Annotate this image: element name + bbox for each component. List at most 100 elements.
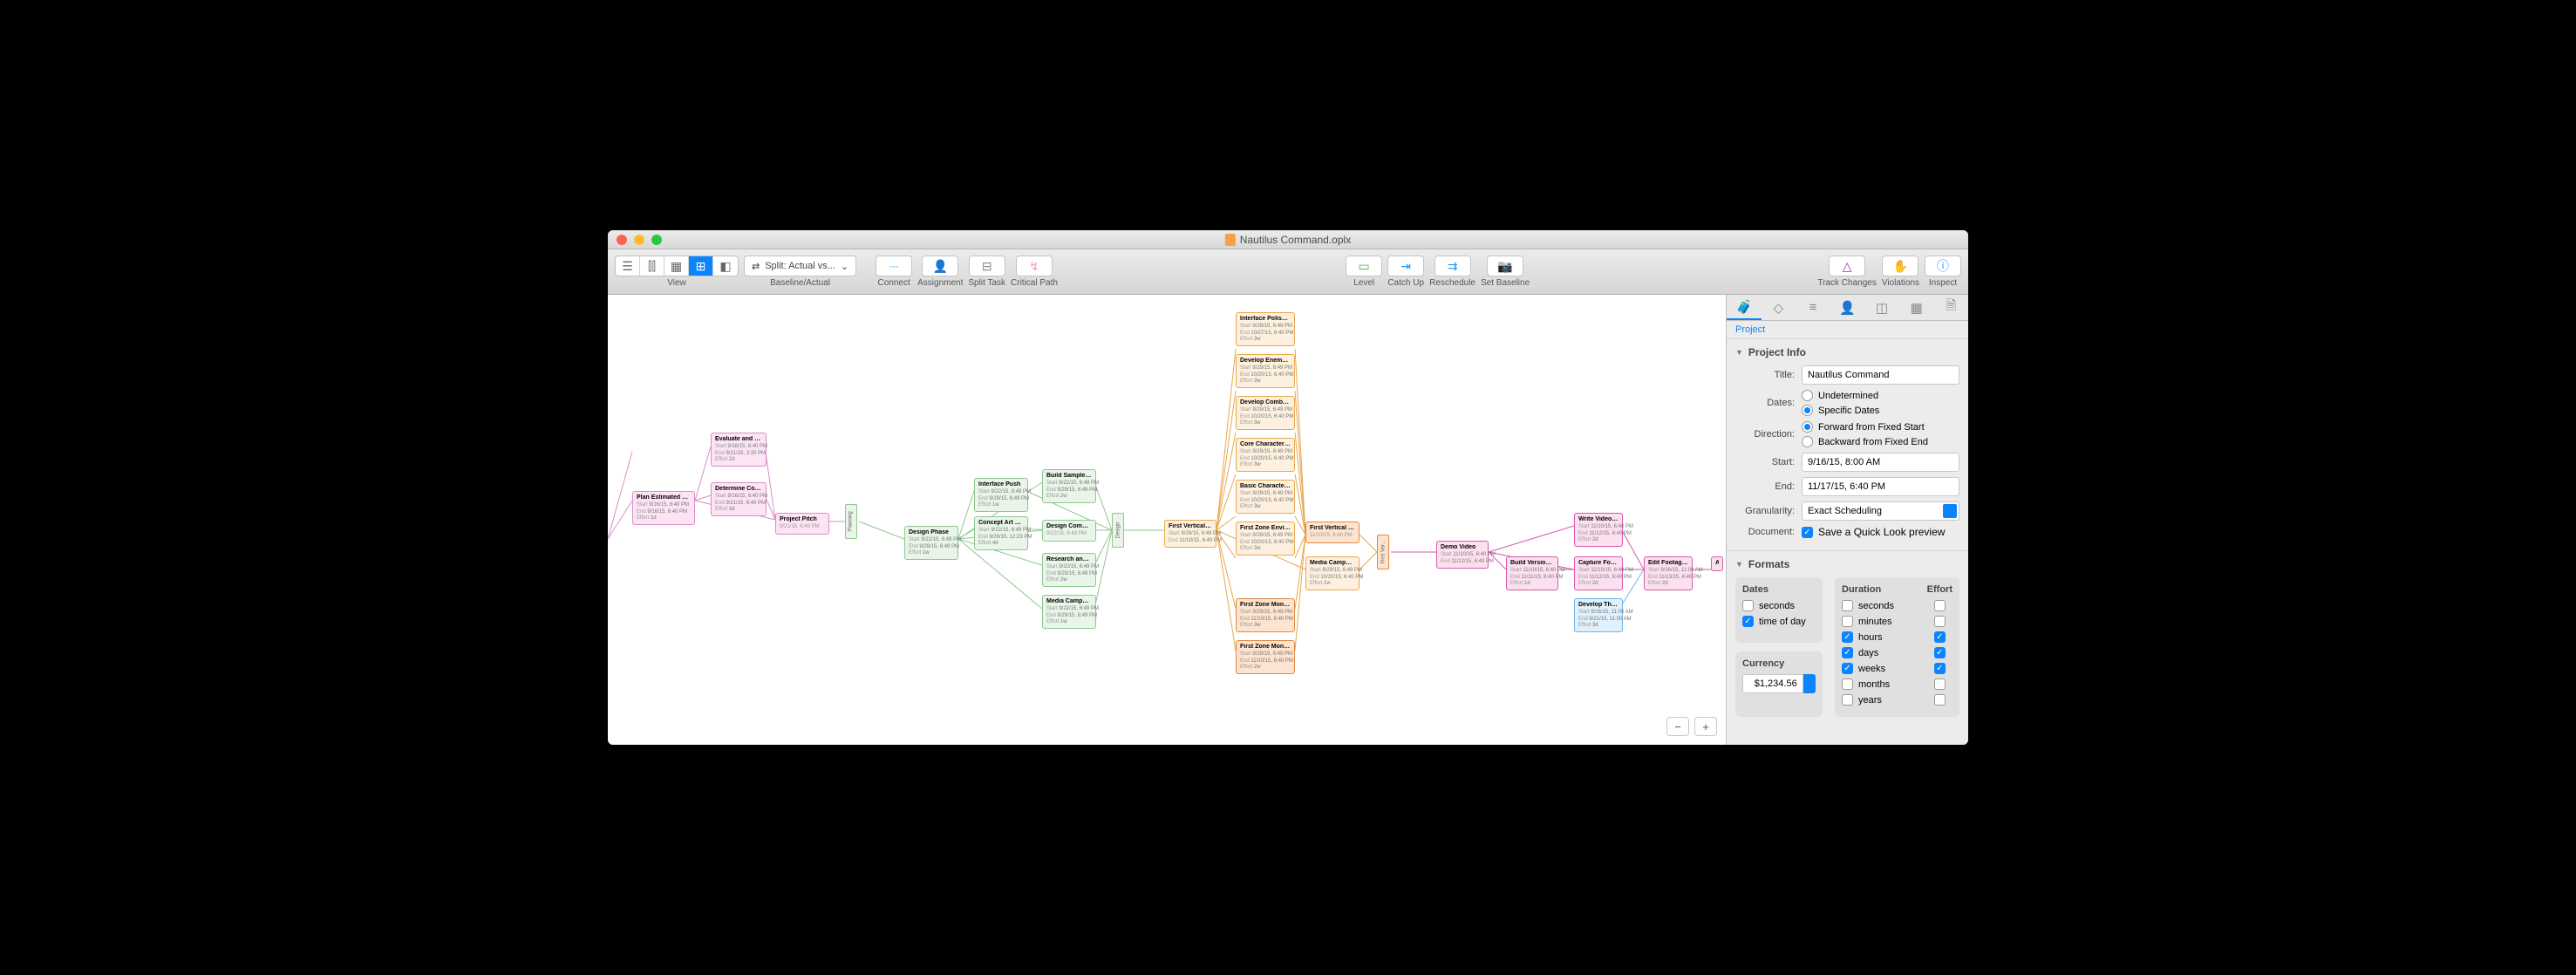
reschedule-button[interactable]: ⇉	[1435, 256, 1471, 276]
dur-minutes-checkbox[interactable]	[1842, 616, 1853, 627]
dur-years-checkbox[interactable]	[1842, 694, 1853, 706]
dates-undetermined-radio[interactable]: Undetermined	[1802, 390, 1959, 401]
direction-backward-radio[interactable]: Backward from Fixed End	[1802, 436, 1959, 447]
end-field[interactable]	[1802, 477, 1959, 496]
section-project-info: ▼Project Info Title: Dates: Undetermined…	[1727, 338, 1968, 550]
dur-seconds-checkbox[interactable]	[1842, 600, 1853, 611]
title-text: Nautilus Command.oplx	[1240, 234, 1351, 246]
eff-years-checkbox[interactable]	[1934, 694, 1946, 706]
set-baseline-button[interactable]: 📷	[1487, 256, 1523, 276]
task-build[interactable]: Build Version for Video...Start 11/10/15…	[1506, 556, 1558, 590]
task-interface[interactable]: Interface PushStart 9/22/15, 6:49 PMEnd …	[974, 478, 1028, 512]
task-ad[interactable]: Ad...	[1711, 556, 1723, 571]
task-pitch[interactable]: Project Pitch9/21/15, 6:40 PM	[775, 513, 829, 535]
view-resource-icon[interactable]: ⫿⫿	[640, 256, 664, 276]
eff-months-checkbox[interactable]	[1934, 678, 1946, 690]
eff-days-checkbox[interactable]	[1934, 647, 1946, 658]
eff-seconds-checkbox[interactable]	[1934, 600, 1946, 611]
task-research[interactable]: Research and Evaluat...Start 9/22/15, 6:…	[1042, 553, 1096, 587]
tab-milestones-icon[interactable]: ◇	[1762, 295, 1796, 320]
task-polish[interactable]: Interface Polish PassStart 9/29/15, 6:49…	[1236, 312, 1295, 346]
task-sample[interactable]: Build Sample In-Engine...Start 9/22/15, …	[1042, 469, 1096, 503]
eff-weeks-checkbox[interactable]	[1934, 663, 1946, 674]
dur-months-checkbox[interactable]	[1842, 678, 1853, 690]
currency-dropdown[interactable]	[1803, 674, 1816, 693]
task-zone[interactable]: First Zone Environment...Start 9/29/15, …	[1236, 522, 1295, 556]
task-core[interactable]: Core Character ArtStart 9/29/15, 6:49 PM…	[1236, 438, 1295, 472]
task-monster[interactable]: First Zone Monster ArtStart 9/29/15, 6:4…	[1236, 598, 1295, 632]
timeofday-checkbox[interactable]	[1742, 616, 1754, 627]
tab-table-icon[interactable]: ▦	[1899, 295, 1934, 320]
connect-button[interactable]: ⎓	[876, 256, 912, 276]
baseline-label: Baseline/Actual	[770, 278, 830, 288]
section-header[interactable]: ▼Project Info	[1735, 346, 1959, 358]
eff-minutes-checkbox[interactable]	[1934, 616, 1946, 627]
view-network-icon[interactable]: ⊞	[689, 256, 713, 276]
minimize-icon[interactable]	[634, 235, 644, 245]
view-segmented[interactable]: ☰ ⫿⫿ ▦ ⊞ ◧	[615, 256, 739, 276]
tab-styles-icon[interactable]: ≡	[1796, 295, 1830, 320]
dates-specific-radio[interactable]: Specific Dates	[1802, 405, 1959, 416]
task-combat[interactable]: Develop Combat Engin...Start 9/29/15, 6:…	[1236, 396, 1295, 430]
dur-hours-checkbox[interactable]	[1842, 631, 1853, 643]
tab-doc-icon[interactable]: 🗎	[1933, 295, 1968, 320]
granularity-select[interactable]: Exact Scheduling	[1802, 501, 1959, 521]
milestone-firstver[interactable]: First Ver...	[1377, 535, 1389, 569]
task-media2[interactable]: Media Campaign Phas...Start 9/29/15, 6:4…	[1305, 556, 1360, 590]
zoom-in-button[interactable]: +	[1694, 717, 1717, 736]
milestone-design[interactable]: Design	[1112, 513, 1124, 548]
view-calendar-icon[interactable]: ▦	[664, 256, 689, 276]
zoom-icon[interactable]	[651, 235, 662, 245]
eff-hours-checkbox[interactable]	[1934, 631, 1946, 643]
tab-resource-icon[interactable]: 👤	[1830, 295, 1865, 320]
violations-button[interactable]: ✋	[1882, 256, 1918, 276]
task-design-complete[interactable]: Design Complete9/22/15, 6:49 PM	[1042, 520, 1096, 542]
task-fvs[interactable]: First Vertical SliceStart 9/29/15, 6:49 …	[1164, 520, 1216, 548]
task-script[interactable]: Write Video ScriptStart 11/10/15, 6:40 P…	[1574, 513, 1623, 547]
task-design[interactable]: Design PhaseStart 9/22/15, 6:49 PMEnd 9/…	[904, 526, 958, 560]
title-field[interactable]	[1802, 365, 1959, 385]
chevron-down-icon: ⌄	[841, 261, 848, 272]
task-eval[interactable]: Evaluate and Select M...Start 9/18/15, 6…	[711, 433, 767, 467]
task-fvsc[interactable]: First Vertical Slice Com...11/10/15, 6:4…	[1305, 522, 1360, 543]
milestone-planning[interactable]: Planning	[845, 504, 857, 539]
task-capture[interactable]: Capture Footage from...Start 11/10/15, 6…	[1574, 556, 1623, 590]
direction-forward-radio[interactable]: Forward from Fixed Start	[1802, 421, 1959, 433]
inspector-tabs: 🧳 ◇ ≡ 👤 ◫ ▦ 🗎	[1727, 295, 1968, 321]
quicklook-checkbox[interactable]	[1802, 527, 1813, 538]
task-demo[interactable]: Demo VideoStart 11/10/15, 6:40 PMEnd 11/…	[1436, 541, 1489, 569]
tab-custom-icon[interactable]: ◫	[1864, 295, 1899, 320]
disclosure-triangle-icon: ▼	[1735, 560, 1743, 569]
assignment-button[interactable]: 👤	[922, 256, 958, 276]
zoom-out-button[interactable]: −	[1666, 717, 1689, 736]
task-anim[interactable]: Basic Character Anima...Start 9/29/15, 6…	[1236, 480, 1295, 514]
seconds-checkbox[interactable]	[1742, 600, 1754, 611]
task-theme[interactable]: Develop Theme Music...Start 9/16/15, 11:…	[1574, 598, 1623, 632]
dur-days-checkbox[interactable]	[1842, 647, 1853, 658]
catch-up-button[interactable]: ⇥	[1387, 256, 1424, 276]
close-icon[interactable]	[617, 235, 627, 245]
network-canvas[interactable]: Plan Estimated Project...Start 9/16/15, …	[608, 295, 1726, 745]
critical-path-button[interactable]: ↯	[1016, 256, 1053, 276]
view-gantt-icon[interactable]: ☰	[616, 256, 640, 276]
duration-effort-box: Duration seconds minutes hours days week…	[1835, 577, 1959, 717]
dur-weeks-checkbox[interactable]	[1842, 663, 1853, 674]
inspect-button[interactable]: ⓘ	[1925, 256, 1961, 276]
start-field[interactable]	[1802, 453, 1959, 472]
task-monster2[interactable]: First Zone Monster Ani...Start 9/29/15, …	[1236, 640, 1295, 674]
section-formats: ▼Formats Dates seconds time of day Curre…	[1727, 550, 1968, 724]
section-header[interactable]: ▼Formats	[1735, 558, 1959, 570]
track-changes-button[interactable]: △	[1829, 256, 1865, 276]
split-task-button[interactable]: ⊟	[969, 256, 1005, 276]
baseline-dropdown[interactable]: ⇄ Split: Actual vs... ⌄	[744, 256, 856, 276]
task-plan[interactable]: Plan Estimated Project...Start 9/16/15, …	[632, 491, 695, 525]
tab-project-icon[interactable]: 🧳	[1727, 295, 1762, 320]
view-style-icon[interactable]: ◧	[713, 256, 738, 276]
level-button[interactable]: ▭	[1346, 256, 1382, 276]
currency-field[interactable]	[1742, 674, 1803, 693]
task-determine[interactable]: Determine Contractor...Start 9/16/15, 6:…	[711, 482, 767, 516]
task-edit[interactable]: Edit Footage to Theme...Start 9/16/15, 1…	[1644, 556, 1693, 590]
task-concept[interactable]: Concept Art PushStart 9/22/15, 6:49 PMEn…	[974, 516, 1028, 550]
task-enemy[interactable]: Develop Enemy Pathin...Start 9/29/15, 6:…	[1236, 354, 1295, 388]
task-media[interactable]: Media Campaign Phas...Start 9/22/15, 6:4…	[1042, 595, 1096, 629]
